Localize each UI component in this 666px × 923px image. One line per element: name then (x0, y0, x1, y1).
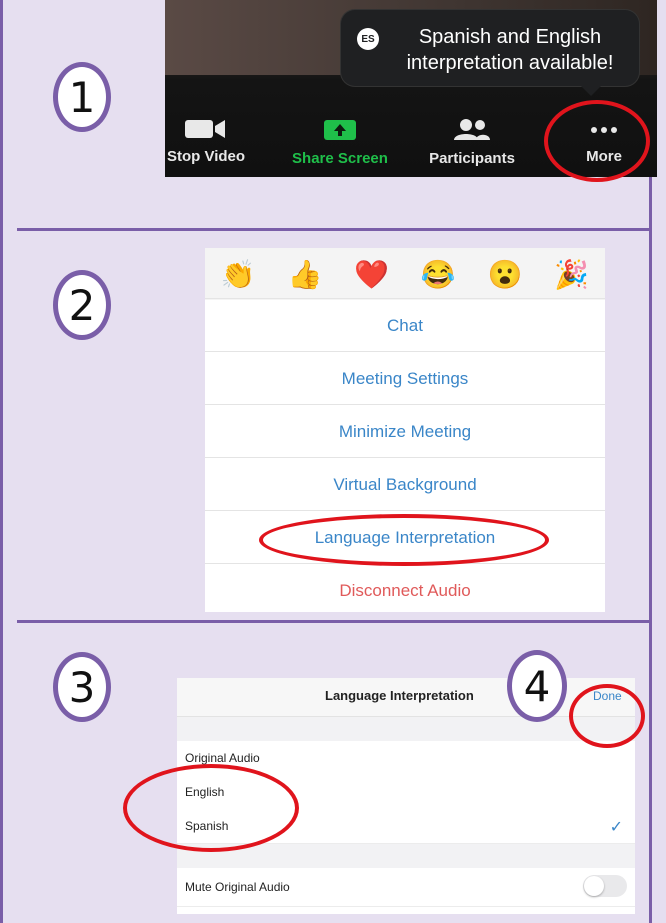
reaction-heart[interactable]: ❤️ (354, 258, 389, 291)
reaction-party[interactable]: 🎉 (554, 258, 589, 291)
menu-item-minimize-meeting[interactable]: Minimize Meeting (205, 404, 605, 458)
mute-label: Mute Original Audio (185, 880, 290, 894)
participants-label: Participants (429, 150, 515, 167)
option-label: Original Audio (185, 751, 260, 765)
step-2-marker: 2 (53, 270, 111, 340)
divider-1 (17, 228, 651, 231)
step-1-marker: 1 (53, 62, 111, 132)
step-1-number: 1 (68, 72, 96, 122)
menu-item-meeting-settings[interactable]: Meeting Settings (205, 351, 605, 405)
reaction-thumbs-up[interactable]: 👍 (288, 258, 323, 291)
done-highlight-oval (569, 684, 645, 748)
step-2-number: 2 (68, 280, 96, 330)
participants-button[interactable]: Participants (413, 118, 531, 167)
share-screen-label: Share Screen (292, 150, 388, 167)
es-badge-icon: ES (357, 28, 379, 50)
interpretation-tooltip: ES Spanish and English interpretation av… (341, 10, 639, 96)
menu-item-virtual-background[interactable]: Virtual Background (205, 457, 605, 511)
reaction-row: 👏 👍 ❤️ 😂 😮 🎉 (205, 248, 605, 300)
step-3-marker: 3 (53, 652, 111, 722)
language-interpretation-highlight-oval (259, 514, 549, 566)
mute-original-audio-row: Mute Original Audio (177, 868, 635, 907)
video-camera-icon (185, 120, 225, 138)
more-highlight-oval (544, 100, 650, 182)
share-screen-button[interactable]: Share Screen (275, 118, 405, 167)
instruction-frame: 1 ES Spanish and English interpretation … (0, 0, 657, 923)
share-screen-icon (324, 120, 356, 140)
divider-2 (17, 620, 651, 623)
reaction-surprised[interactable]: 😮 (488, 258, 523, 291)
settings-title: Language Interpretation (325, 688, 474, 703)
participants-icon (454, 119, 490, 140)
menu-item-disconnect-audio[interactable]: Disconnect Audio (205, 563, 605, 612)
tooltip-text: Spanish and English interpretation avail… (406, 26, 614, 74)
reaction-clap[interactable]: 👏 (221, 258, 256, 291)
stop-video-label: Stop Video (166, 148, 246, 165)
section-gap (177, 717, 635, 741)
stop-video-button[interactable]: Stop Video (165, 118, 261, 165)
english-spanish-highlight-oval (123, 764, 299, 852)
checkmark-icon: ✓ (609, 819, 623, 836)
reaction-laugh[interactable]: 😂 (421, 258, 456, 291)
step-4-number: 4 (523, 661, 551, 711)
mute-toggle[interactable] (583, 875, 627, 897)
step-3-number: 3 (68, 662, 96, 712)
menu-item-chat[interactable]: Chat (205, 298, 605, 352)
toggle-knob (584, 876, 604, 896)
step-4-marker: 4 (507, 650, 567, 722)
